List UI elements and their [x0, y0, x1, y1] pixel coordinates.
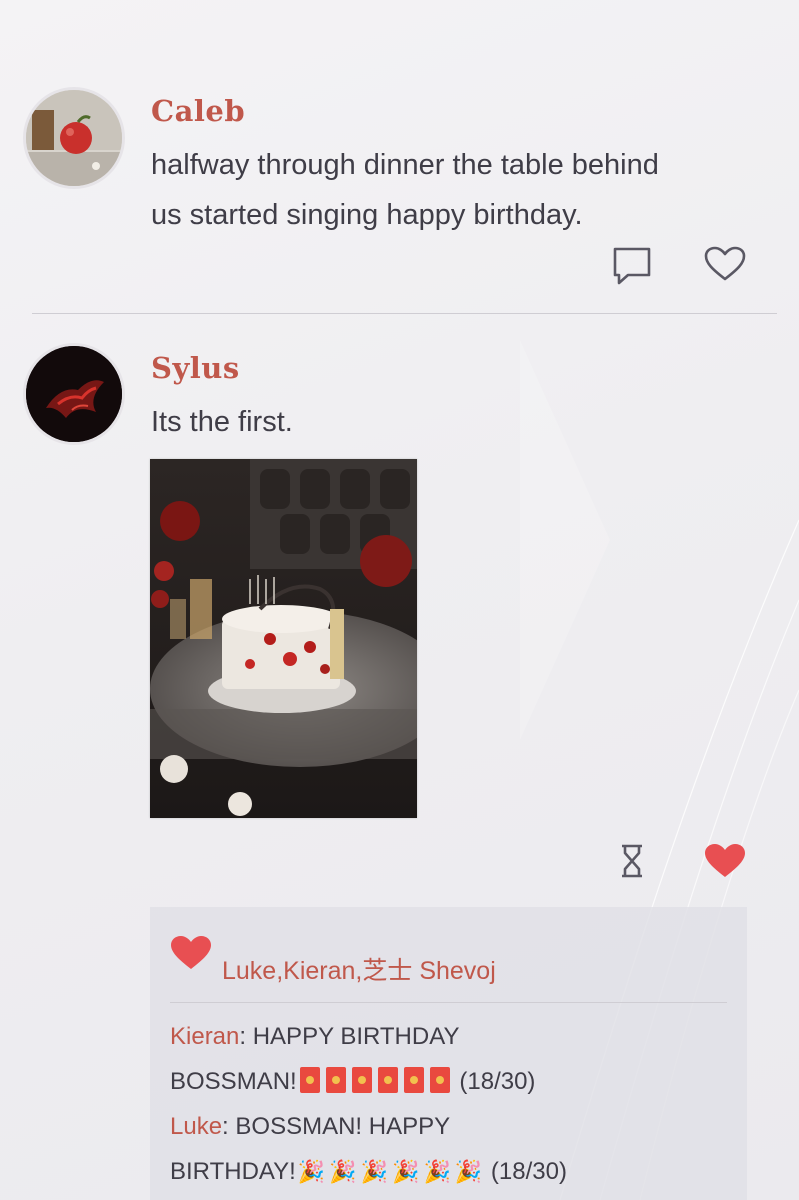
post-author[interactable]: Sylus — [151, 351, 240, 385]
interaction-panel: Luke,Kieran,芝士 Shevoj Kieran: HAPPY BIRT… — [150, 907, 747, 1200]
comment[interactable]: Luke: BOSSMAN! HAPPY BIRTHDAY!🎉 🎉 🎉 🎉 🎉 🎉 (18… — [170, 1104, 730, 1194]
comment-icon[interactable] — [612, 246, 652, 286]
comment-text: BOSSMAN! HAPPY — [235, 1113, 451, 1140]
liked-by-list[interactable]: Luke,Kieran,芝士 Shevoj — [222, 951, 496, 987]
comment-author[interactable]: Luke — [170, 1113, 222, 1140]
hourglass-icon — [622, 844, 642, 878]
comment[interactable]: Kieran: HAPPY BIRTHDAY BOSSMAN! (18/30) — [170, 1014, 730, 1104]
comment-text: HAPPY BIRTHDAY — [252, 1023, 460, 1050]
post-text: halfway through dinner the table behind … — [151, 140, 659, 240]
post-text-line: us started singing happy birthday. — [151, 199, 583, 231]
panel-divider — [170, 1002, 727, 1003]
post-photo[interactable] — [150, 459, 417, 818]
comment-text: BIRTHDAY! — [170, 1158, 296, 1185]
avatar[interactable] — [26, 346, 122, 442]
heart-filled-icon[interactable] — [704, 843, 746, 879]
post-divider — [32, 313, 777, 314]
red-envelope-icon — [297, 1067, 453, 1095]
comment-count: (18/30) — [490, 1158, 567, 1185]
heart-filled-icon — [171, 936, 211, 969]
comment-count: (18/30) — [459, 1068, 536, 1095]
comment-author[interactable]: Kieran — [170, 1023, 239, 1050]
party-popper-icon: 🎉 🎉 🎉 🎉 🎉 🎉 — [297, 1159, 483, 1184]
comment-text: BOSSMAN! — [170, 1068, 297, 1095]
heart-outline-icon[interactable] — [704, 246, 746, 282]
post-text: Its the first. — [151, 406, 293, 438]
avatar[interactable] — [26, 90, 122, 186]
post-author[interactable]: Caleb — [151, 94, 245, 128]
post-text-line: halfway through dinner the table behind — [151, 149, 659, 181]
